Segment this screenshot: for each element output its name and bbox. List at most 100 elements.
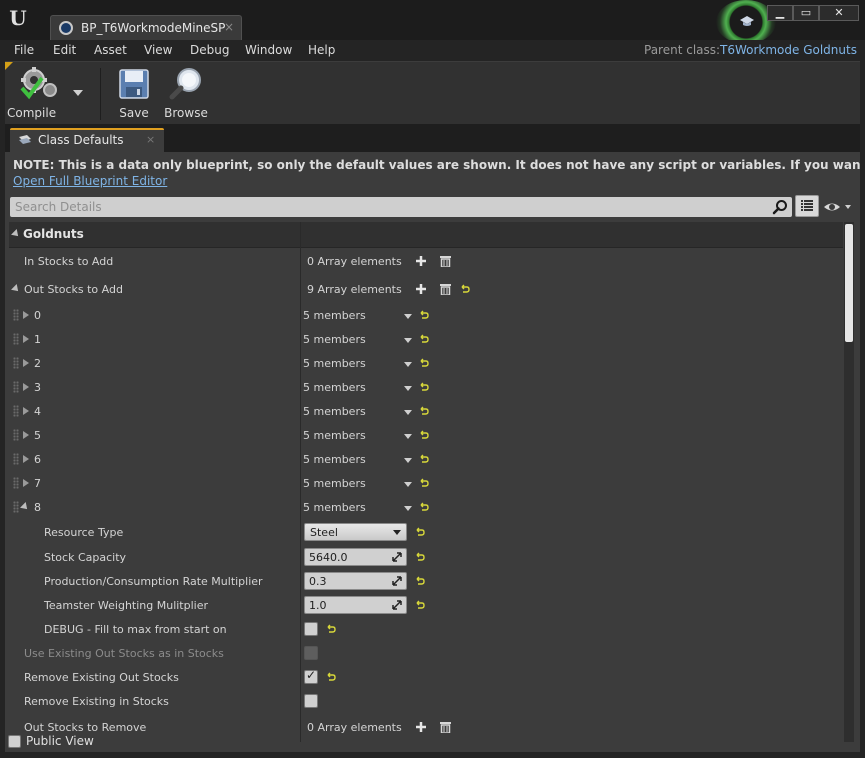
public-view-checkbox[interactable] bbox=[8, 735, 21, 748]
open-full-blueprint-editor-link[interactable]: Open Full Blueprint Editor bbox=[13, 174, 167, 188]
chevron-down-icon[interactable] bbox=[404, 386, 412, 391]
array-element-row[interactable]: 7 5 members bbox=[9, 472, 843, 496]
trash-icon[interactable] bbox=[440, 283, 451, 295]
expand-arrow-icon[interactable] bbox=[11, 284, 21, 294]
close-window-button[interactable]: ✕ bbox=[819, 5, 859, 21]
reset-to-default-icon[interactable] bbox=[415, 576, 425, 586]
collapse-arrow-icon[interactable] bbox=[11, 229, 21, 239]
reset-to-default-icon[interactable] bbox=[419, 310, 429, 320]
chevron-down-icon[interactable] bbox=[404, 482, 412, 487]
compile-button[interactable]: Compile bbox=[7, 62, 70, 124]
array-element-row[interactable]: 2 5 members bbox=[9, 352, 843, 376]
minimize-button[interactable]: ▁ bbox=[767, 5, 793, 21]
menu-debug[interactable]: Debug bbox=[190, 43, 229, 57]
array-element-row[interactable]: 1 5 members bbox=[9, 328, 843, 352]
chevron-down-icon bbox=[393, 530, 401, 535]
array-element-row[interactable]: 0 5 members bbox=[9, 304, 843, 328]
chevron-down-icon[interactable] bbox=[404, 506, 412, 511]
resource-type-dropdown[interactable]: Steel bbox=[304, 523, 407, 541]
eye-icon[interactable] bbox=[823, 199, 853, 215]
chevron-down-icon[interactable] bbox=[404, 458, 412, 463]
drag-handle-icon[interactable] bbox=[13, 477, 19, 489]
reset-to-default-icon[interactable] bbox=[419, 454, 429, 464]
reset-to-default-icon[interactable] bbox=[415, 527, 425, 537]
public-view-toggle[interactable]: Public View bbox=[8, 733, 128, 751]
add-element-icon[interactable] bbox=[415, 255, 427, 267]
trash-icon[interactable] bbox=[440, 721, 451, 733]
debug-fill-checkbox[interactable] bbox=[304, 622, 318, 636]
menu-file[interactable]: File bbox=[14, 43, 34, 57]
menu-window[interactable]: Window bbox=[245, 43, 292, 57]
save-button[interactable]: Save bbox=[111, 62, 157, 124]
array-element-row[interactable]: 6 5 members bbox=[9, 448, 843, 472]
reset-to-default-icon[interactable] bbox=[419, 478, 429, 488]
reset-to-default-icon[interactable] bbox=[460, 284, 470, 294]
expand-arrow-icon[interactable] bbox=[23, 479, 29, 487]
menu-help[interactable]: Help bbox=[308, 43, 335, 57]
reset-to-default-icon[interactable] bbox=[419, 406, 429, 416]
chevron-down-icon[interactable] bbox=[404, 338, 412, 343]
drag-handle-icon[interactable] bbox=[13, 405, 19, 417]
stock-capacity-field[interactable]: 5640.0 bbox=[304, 548, 407, 566]
search-input[interactable] bbox=[10, 197, 770, 217]
menu-edit[interactable]: Edit bbox=[53, 43, 76, 57]
drag-handle-icon[interactable] bbox=[13, 357, 19, 369]
property-matrix-button[interactable] bbox=[795, 195, 819, 217]
remove-out-stocks-checkbox[interactable]: ✓ bbox=[304, 668, 318, 684]
resize-handle-icon[interactable] bbox=[392, 552, 402, 562]
resize-handle-icon[interactable] bbox=[392, 576, 402, 586]
expand-arrow-icon[interactable] bbox=[23, 359, 29, 367]
reset-to-default-icon[interactable] bbox=[419, 430, 429, 440]
maximize-button[interactable]: ▭ bbox=[793, 5, 819, 21]
teamster-weighting-field[interactable]: 1.0 bbox=[304, 596, 407, 614]
expand-arrow-icon[interactable] bbox=[23, 311, 29, 319]
chevron-down-icon[interactable] bbox=[404, 362, 412, 367]
remove-in-stocks-checkbox[interactable] bbox=[304, 694, 318, 708]
production-rate-field[interactable]: 0.3 bbox=[304, 572, 407, 590]
compile-options-arrow-icon[interactable] bbox=[73, 90, 83, 96]
expand-arrow-icon[interactable] bbox=[23, 383, 29, 391]
reset-to-default-icon[interactable] bbox=[326, 624, 336, 634]
search-icon[interactable] bbox=[772, 199, 788, 215]
menu-view[interactable]: View bbox=[144, 43, 172, 57]
reset-to-default-icon[interactable] bbox=[419, 502, 429, 512]
close-tab-icon[interactable]: × bbox=[146, 133, 155, 146]
reset-to-default-icon[interactable] bbox=[415, 552, 425, 562]
array-element-row[interactable]: 5 5 members bbox=[9, 424, 843, 448]
expand-arrow-icon[interactable] bbox=[23, 335, 29, 343]
drag-handle-icon[interactable] bbox=[13, 429, 19, 441]
reset-to-default-icon[interactable] bbox=[326, 672, 336, 682]
scrollbar-thumb[interactable] bbox=[845, 224, 853, 342]
category-goldnuts[interactable]: Goldnuts bbox=[9, 222, 843, 248]
drag-handle-icon[interactable] bbox=[13, 501, 19, 513]
reset-to-default-icon[interactable] bbox=[419, 358, 429, 368]
menu-asset[interactable]: Asset bbox=[94, 43, 127, 57]
trash-icon[interactable] bbox=[440, 255, 451, 267]
chevron-down-icon[interactable] bbox=[404, 434, 412, 439]
array-element-row[interactable]: 3 5 members bbox=[9, 376, 843, 400]
array-element-row[interactable]: 4 5 members bbox=[9, 400, 843, 424]
chevron-down-icon[interactable] bbox=[404, 410, 412, 415]
add-element-icon[interactable] bbox=[415, 721, 427, 733]
parent-class-link[interactable]: T6Workmode Goldnuts bbox=[720, 43, 857, 57]
expand-arrow-icon[interactable] bbox=[23, 455, 29, 463]
reset-to-default-icon[interactable] bbox=[419, 382, 429, 392]
add-element-icon[interactable] bbox=[415, 283, 427, 295]
drag-handle-icon[interactable] bbox=[13, 333, 19, 345]
drag-handle-icon[interactable] bbox=[13, 381, 19, 393]
graduation-cap-icon[interactable] bbox=[739, 13, 755, 29]
resize-handle-icon[interactable] bbox=[392, 600, 402, 610]
drag-handle-icon[interactable] bbox=[13, 309, 19, 321]
drag-handle-icon[interactable] bbox=[13, 453, 19, 465]
expand-arrow-icon[interactable] bbox=[23, 407, 29, 415]
document-tab[interactable]: BP_T6WorkmodeMineSP × bbox=[50, 15, 242, 40]
array-element-row[interactable]: 8 5 members bbox=[9, 496, 843, 520]
browse-button[interactable]: Browse bbox=[161, 62, 211, 124]
chevron-down-icon[interactable] bbox=[404, 314, 412, 319]
collapse-arrow-icon[interactable] bbox=[20, 502, 30, 512]
tab-class-defaults[interactable]: Class Defaults × bbox=[10, 128, 164, 152]
reset-to-default-icon[interactable] bbox=[419, 334, 429, 344]
expand-arrow-icon[interactable] bbox=[23, 431, 29, 439]
reset-to-default-icon[interactable] bbox=[415, 600, 425, 610]
close-tab-icon[interactable]: × bbox=[224, 20, 234, 34]
